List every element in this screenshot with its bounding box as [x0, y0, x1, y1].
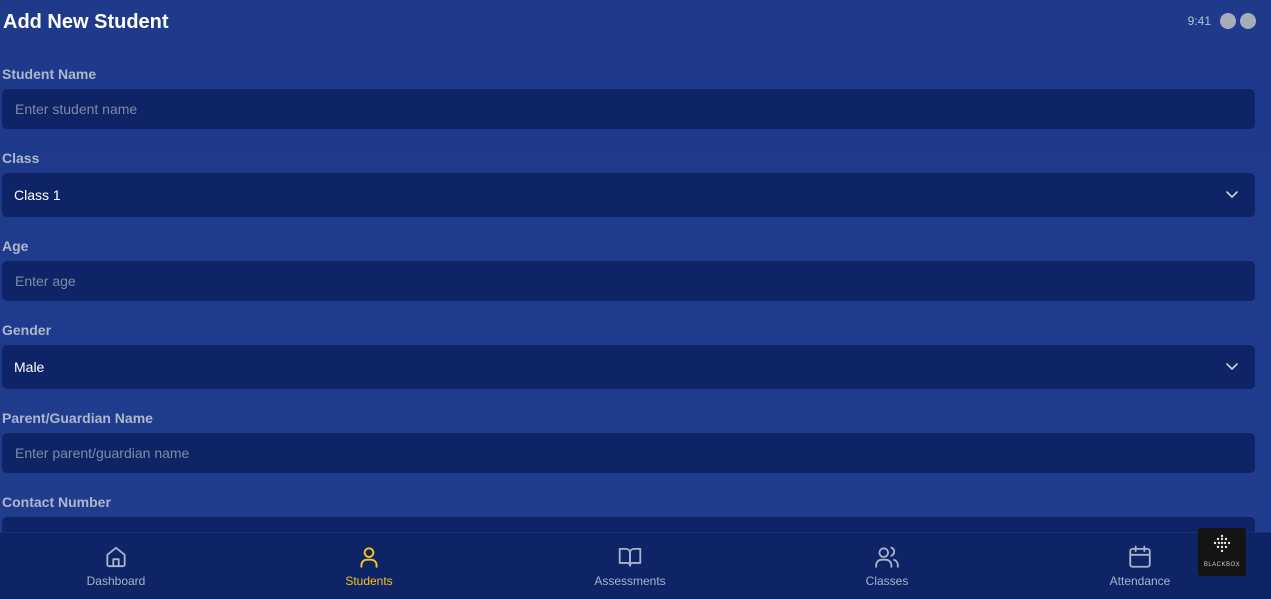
page-title: Add New Student	[3, 11, 169, 33]
nav-label-assessments: Assessments	[594, 574, 666, 588]
header: Add New Student 9:41	[3, 10, 1268, 36]
class-select[interactable]: Class 1	[2, 173, 1255, 217]
gender-select[interactable]: Male	[2, 345, 1255, 389]
status-circle-icon	[1240, 13, 1256, 29]
gender-label: Gender	[2, 322, 52, 338]
status-bar: 9:41	[1188, 13, 1256, 29]
status-circle-icon	[1220, 13, 1236, 29]
home-icon	[106, 546, 126, 568]
age-label: Age	[2, 238, 29, 254]
student-name-label: Student Name	[2, 66, 97, 82]
chevron-down-icon	[1226, 363, 1238, 370]
app-screen: Add New Student 9:41 Student Name Class …	[0, 0, 1271, 599]
bottom-nav: Dashboard Students Assessments Classes A…	[0, 532, 1271, 599]
blackbox-badge[interactable]: BLACKBOX	[1198, 528, 1246, 576]
contact-number-label: Contact Number	[2, 494, 111, 510]
blackbox-badge-text: BLACKBOX	[1203, 562, 1241, 568]
class-select-value: Class 1	[14, 187, 61, 203]
blackbox-logo-icon	[1213, 534, 1231, 553]
parent-name-input[interactable]	[2, 433, 1255, 473]
parent-name-label: Parent/Guardian Name	[2, 410, 153, 426]
nav-item-classes[interactable]: Classes	[822, 533, 952, 599]
age-input[interactable]	[2, 261, 1255, 301]
nav-item-assessments[interactable]: Assessments	[565, 533, 695, 599]
class-label: Class	[2, 150, 40, 166]
nav-item-attendance[interactable]: Attendance	[1075, 533, 1205, 599]
book-open-icon	[618, 547, 642, 567]
gender-select-value: Male	[14, 359, 45, 375]
chevron-down-icon	[1226, 191, 1238, 198]
status-time: 9:41	[1187, 14, 1211, 28]
nav-label-students: Students	[345, 574, 393, 588]
user-icon	[360, 547, 378, 568]
student-name-input[interactable]	[2, 89, 1255, 129]
nav-item-students[interactable]: Students	[304, 533, 434, 599]
nav-item-dashboard[interactable]: Dashboard	[51, 533, 181, 599]
nav-label-dashboard: Dashboard	[86, 574, 146, 588]
calendar-icon	[1129, 545, 1151, 568]
nav-label-classes: Classes	[865, 574, 909, 588]
nav-label-attendance: Attendance	[1109, 574, 1171, 588]
users-icon	[875, 546, 899, 568]
